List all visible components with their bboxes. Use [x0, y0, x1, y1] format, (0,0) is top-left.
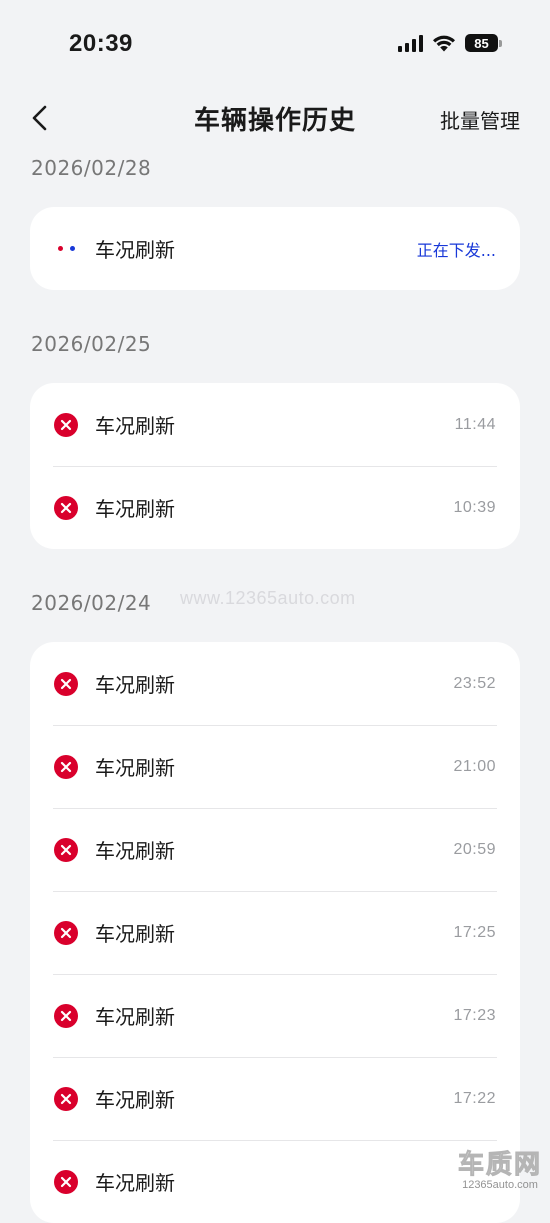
- row-label: 车况刷新: [95, 673, 175, 697]
- failed-icon: [54, 920, 78, 945]
- pending-dots-icon: [54, 237, 78, 261]
- url-watermark: www.12365auto.com: [180, 588, 356, 608]
- row-time: 21:00: [453, 757, 496, 775]
- row-label: 车况刷新: [95, 922, 175, 946]
- failed-icon: [54, 671, 78, 696]
- date-header: 2026/02/28: [31, 156, 152, 180]
- row-time: 17:22: [453, 1089, 496, 1107]
- status-time: 20:39: [69, 30, 133, 57]
- nav-bar: 车辆操作历史 批量管理: [0, 90, 550, 146]
- battery-level: 85: [465, 34, 498, 52]
- history-row[interactable]: 车况刷新 23:52: [30, 642, 520, 725]
- row-status: 正在下发...: [416, 240, 496, 260]
- wifi-icon: [432, 34, 456, 52]
- status-bar: 20:39 85: [0, 0, 550, 90]
- operation-history-list: 2026/02/28 车况刷新 正在下发... 2026/02/25 车况刷新 …: [0, 146, 550, 1223]
- history-row[interactable]: 车况刷新 20:59: [30, 808, 520, 891]
- row-time: 17:25: [453, 923, 496, 941]
- row-label: 车况刷新: [95, 839, 175, 863]
- history-card: 车况刷新 11:44 车况刷新 10:39: [30, 383, 520, 549]
- failed-icon: [54, 1003, 78, 1028]
- row-label: 车况刷新: [95, 1088, 175, 1112]
- row-label: 车况刷新: [95, 497, 175, 521]
- history-row[interactable]: 车况刷新 10:39: [30, 466, 520, 549]
- row-time: 10:39: [453, 498, 496, 516]
- status-icons: 85: [398, 34, 502, 52]
- failed-icon: [54, 495, 78, 520]
- row-time: 17:23: [453, 1006, 496, 1024]
- row-label: 车况刷新: [95, 1005, 175, 1029]
- history-card: 车况刷新 23:52 车况刷新 21:00 车况刷新 20:59 车况刷新 17…: [30, 642, 520, 1223]
- batch-manage-button[interactable]: 批量管理: [440, 105, 520, 134]
- history-row[interactable]: 车况刷新: [30, 1140, 520, 1223]
- row-label: 车况刷新: [95, 414, 175, 438]
- site-logo-watermark: 车质网 12365auto.com: [456, 1150, 544, 1192]
- history-row[interactable]: 车况刷新 17:25: [30, 891, 520, 974]
- history-row[interactable]: 车况刷新 正在下发...: [30, 207, 520, 290]
- history-row[interactable]: 车况刷新 17:22: [30, 1057, 520, 1140]
- history-row[interactable]: 车况刷新 21:00: [30, 725, 520, 808]
- date-header: 2026/02/25: [31, 332, 152, 356]
- failed-icon: [54, 1169, 78, 1194]
- row-label: 车况刷新: [95, 238, 175, 262]
- history-card: 车况刷新 正在下发...: [30, 207, 520, 290]
- failed-icon: [54, 412, 78, 437]
- failed-icon: [54, 754, 78, 779]
- failed-icon: [54, 837, 78, 862]
- row-label: 车况刷新: [95, 1171, 175, 1195]
- row-label: 车况刷新: [95, 756, 175, 780]
- failed-icon: [54, 1086, 78, 1111]
- history-row[interactable]: 车况刷新 11:44: [30, 383, 520, 466]
- logo-subtext: 12365auto.com: [462, 1179, 538, 1191]
- cellular-signal-icon: [398, 34, 423, 52]
- battery-icon: 85: [465, 34, 502, 52]
- history-row[interactable]: 车况刷新 17:23: [30, 974, 520, 1057]
- row-time: 20:59: [453, 840, 496, 858]
- row-time: 11:44: [454, 415, 496, 433]
- logo-text: 车质网: [457, 1150, 542, 1180]
- row-time: 23:52: [453, 674, 496, 692]
